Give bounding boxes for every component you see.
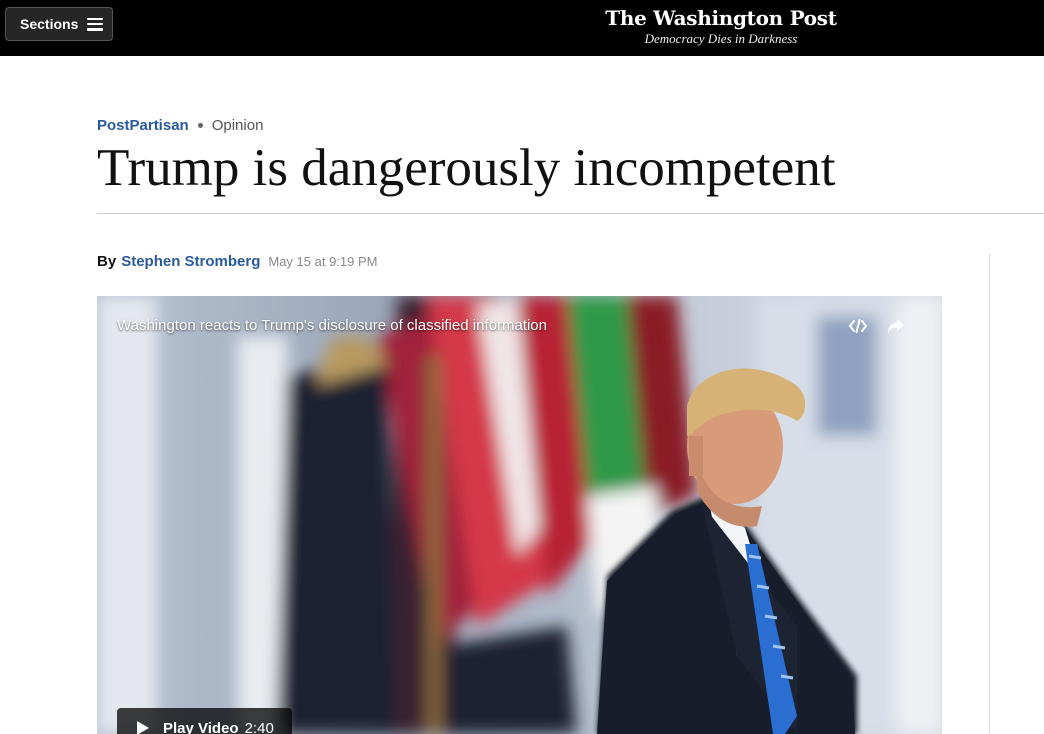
author-link[interactable]: Stephen Stromberg (121, 253, 260, 270)
play-video-label: Play Video (163, 719, 239, 734)
sections-label: Sections (20, 16, 79, 32)
logo-tagline: Democracy Dies in Darkness (644, 31, 798, 46)
sidebar-divider (989, 253, 990, 734)
play-icon (137, 721, 149, 734)
video-actions (848, 316, 906, 336)
publish-date: May 15 at 9:19 PM (268, 254, 378, 269)
share-icon[interactable] (886, 316, 906, 336)
section-link[interactable]: PostPartisan (97, 117, 189, 134)
video-title: Washington reacts to Trump's disclosure … (117, 317, 547, 334)
article-headline: Trump is dangerously incompetent (97, 139, 836, 197)
embed-icon[interactable] (848, 316, 868, 336)
kicker-separator-dot (197, 123, 203, 128)
article-kicker: PostPartisan Opinion (97, 117, 263, 134)
byline-prefix: By (97, 253, 117, 270)
video-thumbnail (97, 296, 942, 734)
byline: By Stephen Stromberg May 15 at 9:19 PM (97, 253, 378, 270)
top-navigation-bar: Sections The Washington Post Democracy D… (0, 0, 1044, 56)
masthead-logo[interactable]: The Washington Post Democracy Dies in Da… (590, 4, 852, 46)
video-duration: 2:40 (244, 719, 274, 734)
headline-divider (97, 213, 1044, 214)
sections-menu-button[interactable]: Sections (5, 7, 113, 41)
video-player[interactable]: Washington reacts to Trump's disclosure … (97, 296, 942, 734)
hamburger-menu-icon (87, 17, 104, 31)
article-type-label: Opinion (211, 117, 264, 134)
logo-wordmark: The Washington Post (605, 6, 837, 30)
play-video-button[interactable]: Play Video 2:40 (117, 708, 292, 734)
